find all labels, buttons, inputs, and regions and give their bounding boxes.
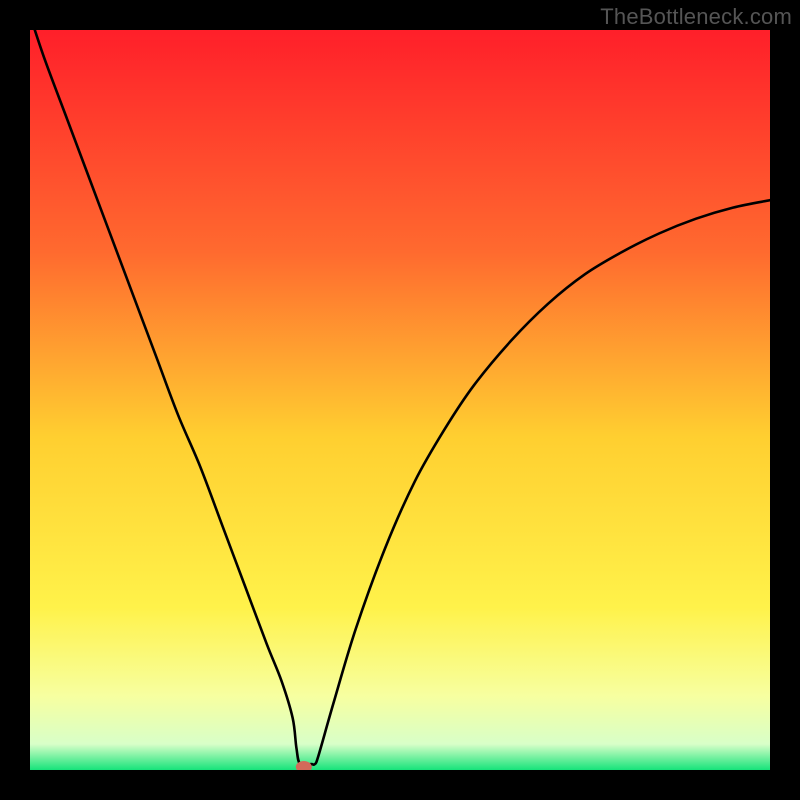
- bottleneck-chart: [30, 30, 770, 770]
- chart-background: [30, 30, 770, 770]
- watermark-text: TheBottleneck.com: [600, 4, 792, 30]
- chart-frame: [30, 30, 770, 770]
